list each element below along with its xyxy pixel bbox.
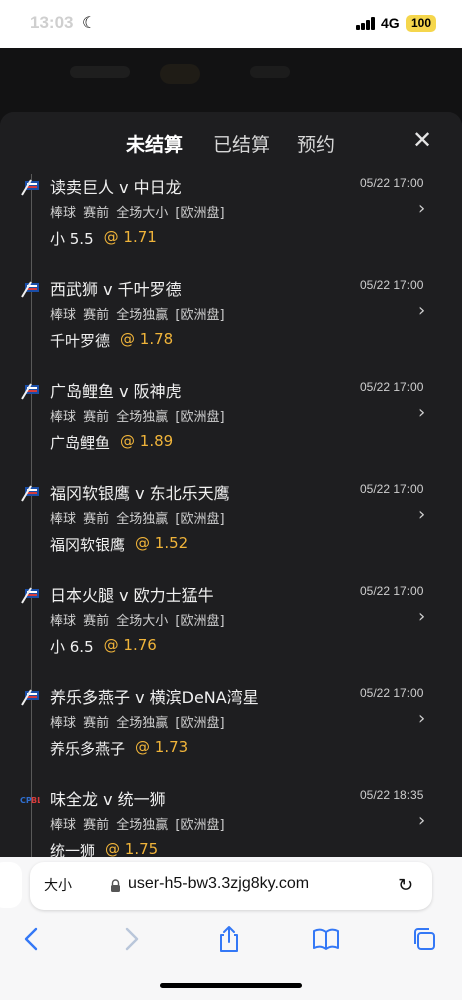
address-bar[interactable]: 大小 user-h5-bw3.3zjg8ky.com ↻	[30, 862, 432, 910]
signal-icon	[356, 17, 376, 30]
bet-meta: 棒球 赛前 全场独赢 [欧洲盘]	[50, 512, 225, 527]
bet-pick: 小 6.5	[50, 638, 94, 656]
match-time: 05/22 18:35	[360, 788, 424, 802]
match-title: 福冈软银鹰 v 东北乐天鹰	[50, 484, 230, 503]
odds-value: 1.89	[139, 432, 174, 450]
bet-item[interactable]: 广岛鲤鱼 v 阪神虎 05/22 17:00 棒球 赛前 全场独赢 [欧洲盘] › 广岛…	[0, 372, 462, 474]
odds-value: 1.76	[123, 636, 157, 654]
bet-odds: @ 1.76	[104, 636, 157, 654]
odds-value: 1.71	[123, 228, 157, 246]
tab-settled[interactable]: 已结算	[213, 130, 270, 157]
bet-meta: 棒球 赛前 全场独赢 [欧洲盘]	[50, 308, 225, 323]
odds-value: 1.78	[139, 330, 174, 348]
bet-pick: 统一狮	[50, 842, 96, 857]
odds-prefix: @	[103, 636, 119, 654]
tab-reserved[interactable]: 预约	[297, 130, 335, 157]
match-time: 05/22 17:00	[360, 584, 424, 598]
close-icon[interactable]: ✕	[412, 126, 432, 154]
bet-pick: 小 5.5	[50, 230, 94, 248]
network-label: 4G	[381, 15, 400, 31]
text-size-button[interactable]: 大小	[44, 875, 72, 895]
match-title: 广岛鲤鱼 v 阪神虎	[50, 382, 182, 401]
bet-meta: 棒球 赛前 全场大小 [欧洲盘]	[50, 614, 225, 629]
battery-icon: 100	[406, 15, 436, 32]
tabs-icon[interactable]	[409, 924, 439, 954]
bet-item[interactable]: 日本火腿 v 欧力士猛牛 05/22 17:00 棒球 赛前 全场大小 [欧洲盘] ›…	[0, 576, 462, 678]
bookmarks-icon[interactable]	[311, 924, 341, 954]
reload-icon[interactable]: ↻	[398, 875, 413, 896]
league-badge-icon	[20, 382, 40, 400]
previous-tab-pill[interactable]	[0, 862, 22, 908]
bet-odds: @ 1.78	[120, 330, 173, 348]
bet-odds: @ 1.71	[104, 228, 157, 246]
match-time: 05/22 17:00	[360, 686, 424, 700]
tab-bar: 未结算 已结算 预约 ✕	[0, 112, 462, 174]
chevron-right-icon[interactable]: ›	[418, 402, 425, 423]
bet-item[interactable]: 读卖巨人 v 中日龙 05/22 17:00 棒球 赛前 全场大小 [欧洲盘] › 小 …	[0, 168, 462, 270]
bet-pick: 广岛鲤鱼	[50, 434, 111, 452]
odds-value: 1.52	[154, 534, 189, 552]
browser-chrome: 大小 user-h5-bw3.3zjg8ky.com ↻	[0, 857, 462, 1000]
lock-icon	[111, 879, 120, 892]
match-title: 西武狮 v 千叶罗德	[50, 280, 182, 299]
status-bar: 13:03 ☾ 4G 100	[0, 0, 462, 48]
home-indicator	[160, 983, 302, 988]
svg-text:BL: BL	[31, 796, 40, 805]
match-title: 日本火腿 v 欧力士猛牛	[50, 586, 214, 605]
match-title: 味全龙 v 统一狮	[50, 790, 166, 809]
match-time: 05/22 17:00	[360, 176, 424, 190]
share-icon[interactable]	[214, 924, 244, 954]
screen: 13:03 ☾ 4G 100 未结算 已结算 预约 ✕ 读卖巨人 v 中日龙 05…	[0, 0, 462, 1000]
bet-odds: @ 1.73	[135, 738, 188, 756]
chevron-right-icon[interactable]: ›	[418, 504, 425, 525]
odds-value: 1.75	[124, 840, 159, 857]
chevron-right-icon[interactable]: ›	[418, 606, 425, 627]
back-icon[interactable]	[17, 924, 47, 954]
chevron-right-icon[interactable]: ›	[418, 810, 425, 831]
bet-meta: 棒球 赛前 全场独赢 [欧洲盘]	[50, 410, 225, 425]
chevron-right-icon[interactable]: ›	[418, 300, 425, 321]
match-time: 05/22 17:00	[360, 482, 424, 496]
league-badge-icon	[20, 688, 40, 706]
odds-prefix: @	[135, 738, 151, 756]
tab-unsettled[interactable]: 未结算	[126, 130, 183, 157]
chevron-right-icon[interactable]: ›	[418, 198, 425, 219]
match-time: 05/22 17:00	[360, 278, 424, 292]
status-time: 13:03	[30, 13, 74, 32]
bet-meta: 棒球 赛前 全场独赢 [欧洲盘]	[50, 818, 225, 833]
moon-icon: ☾	[82, 13, 97, 32]
bet-meta: 棒球 赛前 全场大小 [欧洲盘]	[50, 206, 225, 221]
bet-item[interactable]: 西武狮 v 千叶罗德 05/22 17:00 棒球 赛前 全场独赢 [欧洲盘] › 千叶…	[0, 270, 462, 372]
bet-pick: 福冈软银鹰	[50, 536, 126, 554]
bet-odds: @ 1.52	[135, 534, 188, 552]
bet-item[interactable]: 养乐多燕子 v 横滨DeNA湾星 05/22 17:00 棒球 赛前 全场独赢 [欧…	[0, 678, 462, 780]
bet-item[interactable]: 福冈软银鹰 v 东北乐天鹰 05/22 17:00 棒球 赛前 全场独赢 [欧洲盘]…	[0, 474, 462, 576]
bet-pick: 养乐多燕子	[50, 740, 126, 758]
chevron-right-icon[interactable]: ›	[418, 708, 425, 729]
league-badge-icon	[20, 178, 40, 196]
match-title: 读卖巨人 v 中日龙	[50, 178, 182, 197]
odds-prefix: @	[103, 228, 119, 246]
browser-toolbar	[0, 920, 462, 960]
bet-records-sheet: 未结算 已结算 预约 ✕ 读卖巨人 v 中日龙 05/22 17:00 棒球 赛前 …	[0, 112, 462, 857]
bet-list: 读卖巨人 v 中日龙 05/22 17:00 棒球 赛前 全场大小 [欧洲盘] › 小 …	[0, 174, 462, 857]
url-text[interactable]: user-h5-bw3.3zjg8ky.com	[128, 875, 309, 893]
odds-prefix: @	[135, 534, 151, 552]
odds-prefix: @	[120, 330, 136, 348]
odds-prefix: @	[120, 432, 136, 450]
bet-item[interactable]: CP BL 味全龙 v 统一狮 05/22 18:35 棒球 赛前 全场独赢 [欧洲盘]…	[0, 780, 462, 857]
match-title: 养乐多燕子 v 横滨DeNA湾星	[50, 688, 259, 707]
bet-odds: @ 1.75	[105, 840, 158, 857]
league-badge-icon	[20, 280, 40, 298]
odds-value: 1.73	[154, 738, 189, 756]
bet-pick: 千叶罗德	[50, 332, 111, 350]
league-badge-icon	[20, 586, 40, 604]
match-time: 05/22 17:00	[360, 380, 424, 394]
bet-odds: @ 1.89	[120, 432, 173, 450]
bet-meta: 棒球 赛前 全场独赢 [欧洲盘]	[50, 716, 225, 731]
league-badge-icon: CP BL	[20, 790, 42, 808]
forward-icon[interactable]	[116, 924, 146, 954]
league-badge-icon	[20, 484, 40, 502]
odds-prefix: @	[105, 840, 121, 857]
